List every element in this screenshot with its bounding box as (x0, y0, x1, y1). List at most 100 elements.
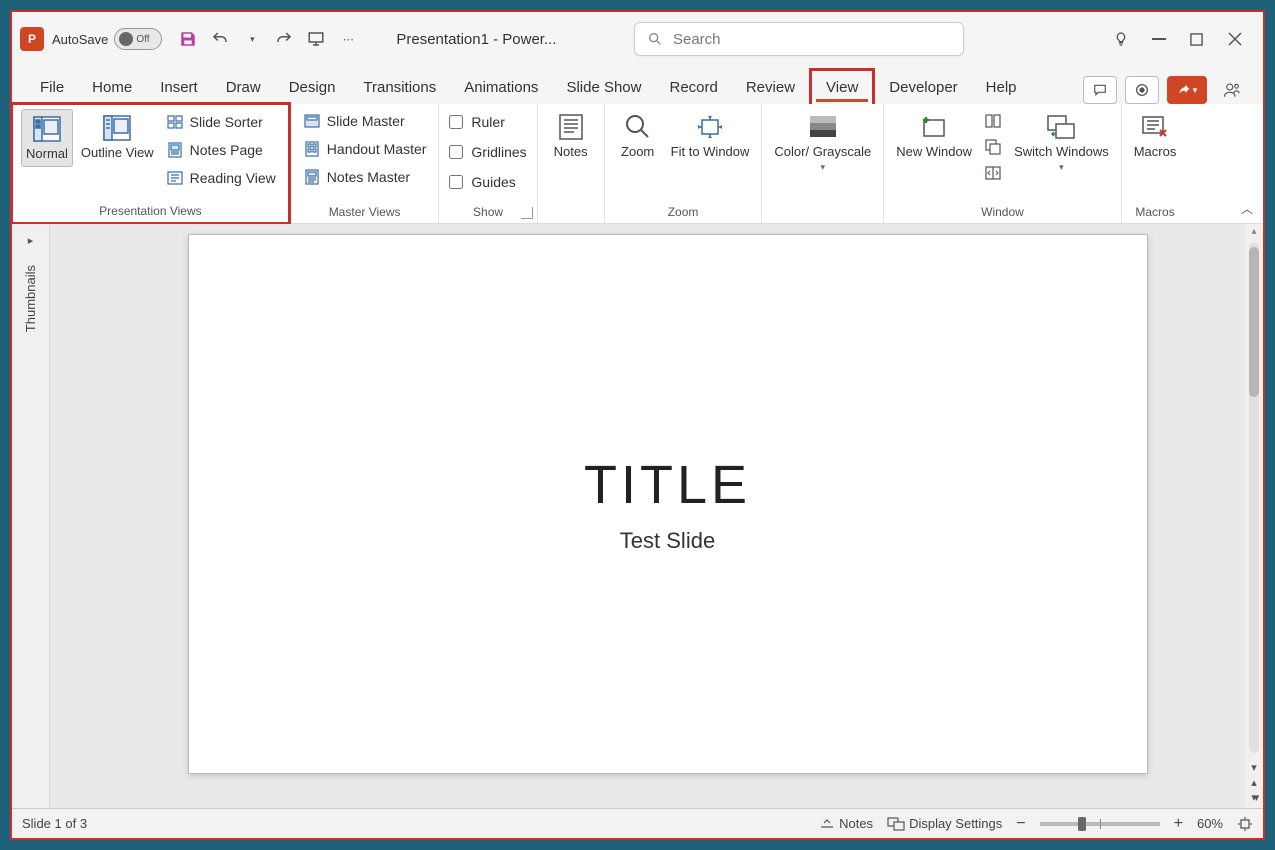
ribbon-content: Normal Outline View Slide Sorter Notes P… (12, 104, 1263, 224)
outline-label: Outline View (81, 145, 154, 161)
tab-insert[interactable]: Insert (146, 71, 212, 104)
search-box[interactable]: Search (634, 22, 964, 56)
share-button[interactable]: ▾ (1167, 76, 1207, 104)
slide-counter[interactable]: Slide 1 of 3 (22, 816, 87, 831)
macros-icon (1140, 112, 1170, 142)
move-split-button[interactable] (980, 162, 1006, 184)
zoom-slider[interactable] (1040, 822, 1160, 826)
group-zoom: Zoom Fit to Window Zoom (605, 104, 763, 223)
tab-slide-show[interactable]: Slide Show (552, 71, 655, 104)
scroll-track[interactable] (1249, 243, 1259, 753)
slide[interactable]: TITLE Test Slide (188, 234, 1148, 774)
comments-button[interactable] (1083, 76, 1117, 104)
scroll-thumb[interactable] (1249, 247, 1259, 397)
next-slide-button[interactable]: ▾▾ (1251, 791, 1257, 804)
account-icon[interactable] (1215, 76, 1249, 104)
fit-to-window-button[interactable]: Fit to Window (667, 108, 754, 164)
prev-slide-button[interactable]: ▴ (1251, 776, 1257, 789)
arrange-all-icon (984, 112, 1002, 130)
slide-title[interactable]: TITLE (584, 454, 751, 516)
tips-icon[interactable] (1111, 29, 1131, 49)
autosave-toggle[interactable]: AutoSave Off (52, 28, 162, 50)
close-button[interactable] (1225, 29, 1245, 49)
handout-master-button[interactable]: Handout Master (299, 138, 431, 160)
normal-label: Normal (26, 146, 68, 162)
outline-view-icon (102, 113, 132, 143)
notes-master-button[interactable]: Notes Master (299, 166, 431, 188)
color-grayscale-button[interactable]: Color/ Grayscale ▾ (770, 108, 875, 176)
notes-page-label: Notes Page (190, 142, 263, 158)
show-dialog-launcher[interactable] (521, 207, 533, 219)
normal-view-button[interactable]: Normal (21, 109, 73, 167)
macros-label: Macros (1134, 144, 1177, 160)
new-window-button[interactable]: New Window (892, 108, 976, 164)
zoom-slider-thumb[interactable] (1078, 817, 1086, 831)
app-window: P AutoSave Off ▾ ⋯ Presentation1 - (10, 10, 1265, 840)
slide-subtitle[interactable]: Test Slide (620, 528, 715, 554)
tab-view[interactable]: View (809, 68, 875, 104)
display-settings-icon (887, 817, 905, 831)
macros-button[interactable]: Macros (1130, 108, 1181, 164)
tab-home[interactable]: Home (78, 71, 146, 104)
switch-windows-button[interactable]: Switch Windows ▾ (1010, 108, 1113, 176)
notes-pane-button[interactable]: Notes (546, 108, 596, 164)
tab-review[interactable]: Review (732, 71, 809, 104)
fit-to-window-status-button[interactable] (1237, 816, 1253, 832)
tab-design[interactable]: Design (275, 71, 350, 104)
notes-toggle-icon (819, 817, 835, 831)
vertical-scrollbar[interactable]: ▴ ▾ ▴ ▾▾ (1245, 224, 1263, 808)
outline-view-button[interactable]: Outline View (77, 109, 158, 165)
slide-master-icon (303, 112, 321, 130)
slide-master-button[interactable]: Slide Master (299, 110, 431, 132)
zoom-percent[interactable]: 60% (1197, 816, 1223, 831)
cascade-icon (984, 138, 1002, 156)
scroll-up-arrow[interactable]: ▴ (1249, 224, 1258, 239)
slideshow-from-beginning-button[interactable] (306, 29, 326, 49)
save-button[interactable] (178, 29, 198, 49)
switch-windows-icon (1046, 112, 1076, 142)
guides-checkbox[interactable]: Guides (447, 172, 528, 192)
gridlines-label: Gridlines (471, 144, 526, 160)
scroll-down-arrow[interactable]: ▾ (1251, 761, 1257, 774)
tab-help[interactable]: Help (972, 71, 1031, 104)
toggle-knob (119, 32, 133, 46)
collapse-ribbon-button[interactable]: ︿ (1241, 200, 1253, 217)
tab-draw[interactable]: Draw (212, 71, 275, 104)
notes-page-button[interactable]: Notes Page (162, 139, 280, 161)
redo-button[interactable] (274, 29, 294, 49)
undo-dropdown[interactable]: ▾ (242, 29, 262, 49)
window-controls (1111, 29, 1245, 49)
minimize-button[interactable] (1149, 29, 1169, 49)
thumbnails-expand-button[interactable]: ▸ (28, 234, 34, 247)
cascade-button[interactable] (980, 136, 1006, 158)
reading-view-button[interactable]: Reading View (162, 167, 280, 189)
undo-button[interactable] (210, 29, 230, 49)
tab-file[interactable]: File (26, 71, 78, 104)
tab-transitions[interactable]: Transitions (349, 71, 450, 104)
window-group-label: Window (892, 205, 1113, 221)
tab-record[interactable]: Record (655, 71, 731, 104)
thumbnails-label: Thumbnails (23, 265, 38, 332)
zoom-in-button[interactable]: + (1174, 815, 1183, 833)
maximize-button[interactable] (1187, 29, 1207, 49)
zoom-out-button[interactable]: − (1016, 815, 1025, 833)
show-label: Show (447, 205, 528, 221)
group-show: Ruler Gridlines Guides Show (439, 104, 537, 223)
gridlines-checkbox[interactable]: Gridlines (447, 142, 528, 162)
slide-canvas[interactable]: TITLE Test Slide (50, 224, 1245, 808)
new-window-label: New Window (896, 144, 972, 160)
display-settings-button[interactable]: Display Settings (887, 816, 1002, 831)
slide-sorter-button[interactable]: Slide Sorter (162, 111, 280, 133)
camera-button[interactable] (1125, 76, 1159, 104)
tab-animations[interactable]: Animations (450, 71, 552, 104)
qat-customize-dropdown[interactable]: ⋯ (338, 29, 358, 49)
arrange-all-button[interactable] (980, 110, 1006, 132)
zoom-button[interactable]: Zoom (613, 108, 663, 164)
ribbon-tabs: File Home Insert Draw Design Transitions… (12, 66, 1263, 104)
toggle-switch[interactable]: Off (114, 28, 162, 50)
slide-sorter-icon (166, 113, 184, 131)
tab-developer[interactable]: Developer (875, 71, 971, 104)
ruler-checkbox[interactable]: Ruler (447, 112, 528, 132)
notes-toggle-button[interactable]: Notes (819, 816, 873, 831)
display-settings-label: Display Settings (909, 816, 1002, 831)
